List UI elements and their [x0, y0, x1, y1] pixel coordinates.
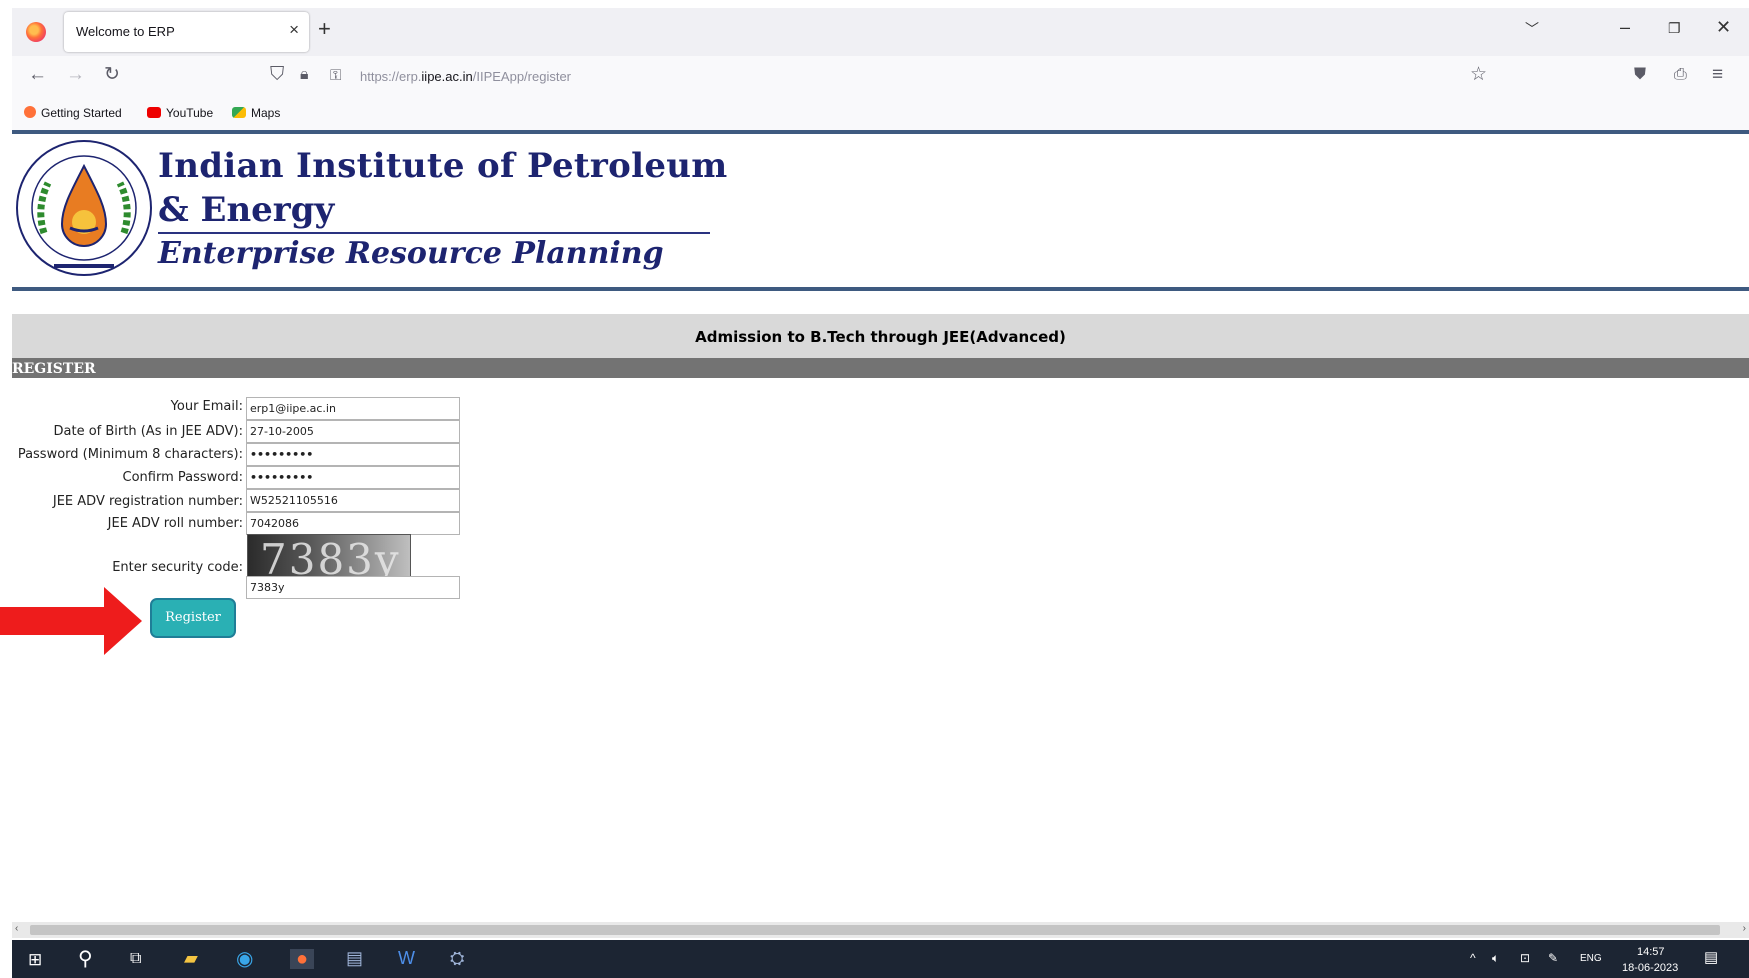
confirm-password-field[interactable]: •••••••••	[246, 466, 460, 489]
institute-name-line1: Indian Institute of Petroleum	[158, 146, 728, 186]
new-tab-button[interactable]: +	[318, 18, 331, 40]
lock-icon[interactable]: 🔒︎	[300, 67, 309, 83]
bookmark-getting-started[interactable]: Getting Started	[24, 106, 122, 120]
maps-icon	[232, 107, 246, 118]
browser-tab[interactable]: Welcome to ERP ×	[64, 12, 309, 52]
bookmarks-bar: Getting Started YouTube Maps	[12, 98, 1749, 130]
institute-name-line2: & Energy	[158, 190, 335, 230]
reload-icon[interactable]: ↻	[104, 65, 120, 84]
register-button[interactable]: Register	[150, 598, 236, 638]
firefox-icon[interactable]	[26, 22, 46, 42]
captcha-image: 7383y	[247, 534, 411, 578]
admission-banner: Admission to B.Tech through JEE(Advanced…	[12, 314, 1749, 358]
bookmark-youtube[interactable]: YouTube	[147, 106, 213, 120]
word-icon[interactable]: W	[398, 949, 415, 967]
chevron-up-icon[interactable]: ^	[1470, 952, 1476, 964]
email-label: Your Email:	[170, 399, 243, 414]
search-icon[interactable]: ⚲	[78, 949, 93, 969]
chevron-down-icon[interactable]: ﹀	[1525, 22, 1539, 36]
close-window-icon[interactable]: ✕	[1716, 18, 1731, 36]
registration-number-label: JEE ADV registration number:	[52, 494, 243, 509]
security-code-label: Enter security code:	[112, 560, 243, 575]
bookmark-label: YouTube	[166, 106, 214, 120]
pocket-icon[interactable]: ⛊	[1634, 67, 1646, 83]
task-view-icon[interactable]: ⧉	[130, 951, 141, 967]
dob-field[interactable]: 27-10-2005	[246, 420, 460, 443]
url-path: /IIPEApp/register	[472, 69, 572, 84]
firefox-icon	[24, 106, 36, 118]
notepad-icon[interactable]: ▤	[346, 949, 363, 967]
arrow-right-icon	[0, 587, 142, 655]
extensions-icon[interactable]: ⎙	[1674, 67, 1687, 83]
email-field[interactable]: erp1@iipe.ac.in	[246, 397, 460, 420]
scroll-right-icon[interactable]: ›	[1743, 923, 1746, 934]
dob-label: Date of Birth (As in JEE ADV):	[53, 424, 243, 439]
roll-number-field[interactable]: 7042086	[246, 512, 460, 535]
url-bar[interactable]: https://erp.iipe.ac.in/IIPEApp/register	[360, 69, 571, 84]
register-section-header: REGISTER	[12, 358, 1749, 378]
youtube-icon	[147, 107, 161, 118]
clock-time[interactable]: 14:57	[1637, 946, 1665, 958]
firefox-taskbar-icon[interactable]: ●	[290, 949, 315, 969]
forward-icon[interactable]: →	[66, 65, 85, 84]
file-explorer-icon[interactable]: ▰	[184, 949, 198, 967]
security-code-field[interactable]: 7383y	[246, 576, 460, 599]
erp-subtitle: Enterprise Resource Planning	[158, 236, 664, 271]
back-icon[interactable]: ←	[28, 65, 47, 84]
confirm-password-label: Confirm Password:	[122, 470, 243, 485]
roll-number-label: JEE ADV roll number:	[107, 516, 243, 531]
scroll-left-icon[interactable]: ‹	[15, 923, 18, 934]
bookmark-label: Getting Started	[41, 106, 122, 120]
key-icon[interactable]: ⚿	[330, 68, 341, 83]
browser-nav-bar: ← → ↻ ⛉ 🔒︎ ⚿ https://erp.iipe.ac.in/IIPE…	[12, 56, 1749, 98]
horizontal-scrollbar[interactable]: ‹ ›	[12, 922, 1749, 938]
header-title-rule	[158, 232, 710, 234]
header-bottom-rule	[12, 287, 1749, 291]
screen: Welcome to ERP × + ﹀ – ❐ ✕ ← → ↻ ⛉ 🔒︎ ⚿ …	[0, 0, 1749, 978]
speaker-icon[interactable]: 🔈︎	[1492, 952, 1499, 964]
windows-start-icon[interactable]: ⊞	[28, 951, 42, 968]
url-domain: iipe.ac.in	[421, 69, 473, 84]
language-indicator[interactable]: ENG	[1580, 954, 1602, 964]
registration-number-field[interactable]: W52521105516	[246, 489, 460, 512]
network-icon[interactable]: ⊡	[1520, 952, 1530, 964]
close-icon[interactable]: ×	[289, 21, 299, 38]
bookmark-maps[interactable]: Maps	[232, 106, 280, 120]
clock-date[interactable]: 18-06-2023	[1622, 962, 1678, 974]
header-top-rule	[12, 130, 1749, 134]
browser-tab-bar: Welcome to ERP × + ﹀ – ❐ ✕	[12, 8, 1749, 56]
edge-icon[interactable]: ◉	[236, 949, 253, 969]
register-section-title: REGISTER	[12, 361, 96, 377]
password-label: Password (Minimum 8 characters):	[17, 447, 243, 462]
scrollbar-thumb[interactable]	[30, 925, 1720, 935]
shield-icon[interactable]: ⛉	[270, 65, 284, 84]
star-icon[interactable]: ☆	[1470, 65, 1487, 84]
bookmark-label: Maps	[251, 106, 281, 120]
captcha-text: 7383y	[260, 535, 401, 578]
restore-icon[interactable]: ❐	[1668, 21, 1681, 35]
app-icon[interactable]: ⛭	[450, 949, 464, 967]
minimize-icon[interactable]: –	[1620, 18, 1630, 36]
url-prefix: https://erp.	[360, 69, 422, 84]
menu-icon[interactable]: ≡	[1712, 65, 1723, 84]
admission-title: Admission to B.Tech through JEE(Advanced…	[695, 328, 1066, 346]
pen-icon[interactable]: ✎	[1548, 952, 1558, 964]
tab-title: Welcome to ERP	[76, 24, 175, 39]
institute-logo	[16, 140, 152, 276]
windows-taskbar: ⊞ ⚲ ⧉ ▰ ◉ ● ▤ W ⛭ ^ 🔈︎ ⊡ ✎ ENG 14:57 18-…	[12, 940, 1749, 978]
password-field[interactable]: •••••••••	[246, 443, 460, 466]
notifications-icon[interactable]: ▤	[1704, 950, 1718, 965]
